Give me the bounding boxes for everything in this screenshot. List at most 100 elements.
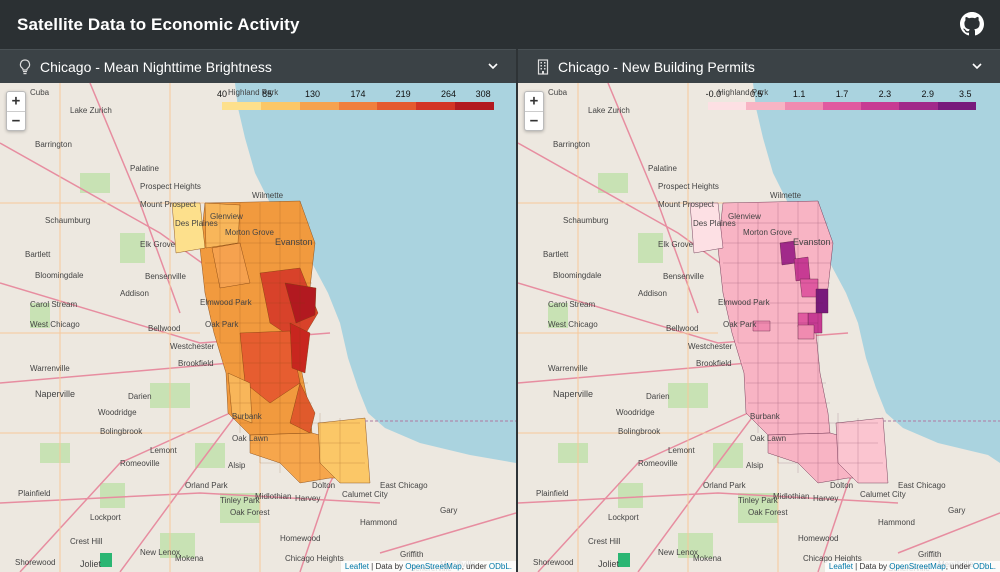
osm-link[interactable]: OpenStreetMap — [405, 562, 461, 571]
svg-text:Brookfield: Brookfield — [696, 359, 732, 368]
legend-label: 40 — [216, 89, 228, 99]
svg-text:Burbank: Burbank — [750, 412, 781, 421]
legend-label: 3.5 — [959, 89, 972, 99]
svg-text:Bloomingdale: Bloomingdale — [553, 271, 602, 280]
svg-text:Oak Forest: Oak Forest — [230, 508, 270, 517]
legend-swatch — [708, 102, 747, 110]
svg-text:Carol Stream: Carol Stream — [548, 300, 595, 309]
svg-text:Wilmette: Wilmette — [770, 191, 802, 200]
chevron-down-icon[interactable] — [486, 59, 500, 73]
svg-text:Plainfield: Plainfield — [18, 489, 50, 498]
svg-text:Hammond: Hammond — [878, 518, 915, 527]
svg-text:Calumet City: Calumet City — [342, 490, 388, 499]
zoom-in-button[interactable]: + — [525, 92, 543, 111]
svg-text:New Lenox: New Lenox — [658, 548, 698, 557]
attribution-text: , under — [945, 562, 973, 571]
odbl-link[interactable]: ODbL. — [973, 562, 996, 571]
legend-swatch — [377, 102, 417, 110]
svg-text:Morton Grove: Morton Grove — [743, 228, 792, 237]
svg-text:Barrington: Barrington — [35, 140, 72, 149]
brightness-legend: 40 85 130 174 219 264 308 — [217, 89, 495, 115]
github-icon[interactable] — [960, 12, 984, 36]
svg-text:Harvey: Harvey — [813, 494, 838, 503]
svg-text:Naperville: Naperville — [553, 389, 593, 399]
legend-swatch — [937, 102, 976, 110]
legend-label: 308 — [475, 89, 491, 99]
leaflet-link[interactable]: Leaflet — [345, 562, 369, 571]
svg-text:Westchester: Westchester — [170, 342, 215, 351]
legend-labels: -0.0 0.5 1.1 1.7 2.3 2.9 3.5 — [706, 89, 976, 102]
legend-label: 219 — [395, 89, 411, 99]
svg-text:Midlothian: Midlothian — [255, 492, 291, 501]
legend-swatch — [260, 102, 300, 110]
legend-swatch — [899, 102, 938, 110]
svg-text:West Chicago: West Chicago — [548, 320, 598, 329]
svg-text:Crest Hill: Crest Hill — [588, 537, 621, 546]
svg-text:Cuba: Cuba — [548, 88, 568, 97]
svg-text:Brookfield: Brookfield — [178, 359, 214, 368]
building-icon — [536, 58, 550, 76]
svg-text:Dolton: Dolton — [830, 481, 853, 490]
svg-text:Lemont: Lemont — [668, 446, 695, 455]
map-attribution: Leaflet | Data by OpenStreetMap, under O… — [340, 561, 516, 572]
svg-text:Des Plaines: Des Plaines — [693, 219, 736, 228]
osm-link[interactable]: OpenStreetMap — [889, 562, 945, 571]
odbl-link[interactable]: ODbL. — [489, 562, 512, 571]
svg-text:Des Plaines: Des Plaines — [175, 219, 218, 228]
svg-text:New Lenox: New Lenox — [140, 548, 180, 557]
svg-text:Woodridge: Woodridge — [98, 408, 137, 417]
svg-text:Darien: Darien — [128, 392, 152, 401]
svg-text:Homewood: Homewood — [798, 534, 838, 543]
svg-text:Mount Prospect: Mount Prospect — [658, 200, 715, 209]
svg-text:Griffith: Griffith — [918, 550, 941, 559]
legend-label: 2.3 — [878, 89, 892, 99]
legend-label: 0.5 — [749, 89, 763, 99]
attribution-text: | Data by — [368, 562, 406, 571]
zoom-control: + − — [524, 91, 544, 131]
map-attribution: Leaflet | Data by OpenStreetMap, under O… — [824, 561, 1000, 572]
svg-text:Oak Forest: Oak Forest — [748, 508, 788, 517]
app-title: Satellite Data to Economic Activity — [17, 14, 300, 34]
svg-text:Schaumburg: Schaumburg — [45, 216, 90, 225]
svg-text:Lake Zurich: Lake Zurich — [70, 106, 112, 115]
map-tiles: Cuba Lake Zurich Barrington Palatine Pro… — [0, 83, 516, 572]
legend-label: 264 — [441, 89, 457, 99]
legend-swatch — [861, 102, 900, 110]
permits-map[interactable]: Cuba Lake Zurich Barrington Palatine Pro… — [518, 83, 1000, 572]
attribution-text: | Data by — [852, 562, 890, 571]
zoom-out-button[interactable]: − — [7, 111, 25, 130]
svg-text:Westchester: Westchester — [688, 342, 733, 351]
legend-swatch — [299, 102, 339, 110]
svg-text:Elk Grove: Elk Grove — [658, 240, 694, 249]
svg-text:Romeoville: Romeoville — [638, 459, 678, 468]
svg-text:Bensenville: Bensenville — [145, 272, 186, 281]
svg-text:Alsip: Alsip — [746, 461, 764, 470]
legend-label: 1.1 — [792, 89, 806, 99]
zoom-in-button[interactable]: + — [7, 92, 25, 111]
svg-text:Morton Grove: Morton Grove — [225, 228, 274, 237]
svg-text:Evanston: Evanston — [275, 237, 313, 247]
svg-text:East Chicago: East Chicago — [380, 481, 428, 490]
svg-text:Gary: Gary — [948, 506, 965, 515]
brightness-panel-header[interactable]: Chicago - Mean Nighttime Brightness — [0, 49, 516, 83]
brightness-map[interactable]: Cuba Lake Zurich Barrington Palatine Pro… — [0, 83, 516, 572]
chevron-down-icon[interactable] — [970, 59, 984, 73]
map-tiles: Cuba Lake Zurich Barrington Palatine Pro… — [518, 83, 1000, 572]
svg-text:Plainfield: Plainfield — [536, 489, 568, 498]
svg-text:Burbank: Burbank — [232, 412, 263, 421]
legend-label: 130 — [305, 89, 321, 99]
svg-text:Gary: Gary — [440, 506, 457, 515]
zoom-control: + − — [6, 91, 26, 131]
svg-text:Naperville: Naperville — [35, 389, 75, 399]
leaflet-link[interactable]: Leaflet — [829, 562, 853, 571]
svg-text:Bellwood: Bellwood — [148, 324, 180, 333]
svg-text:West Chicago: West Chicago — [30, 320, 80, 329]
permits-panel-header[interactable]: Chicago - New Building Permits — [518, 49, 1000, 83]
svg-text:Calumet City: Calumet City — [860, 490, 906, 499]
svg-text:Hammond: Hammond — [360, 518, 397, 527]
svg-text:Joliet: Joliet — [80, 559, 102, 569]
zoom-out-button[interactable]: − — [525, 111, 543, 130]
brightness-panel-title: Chicago - Mean Nighttime Brightness — [40, 58, 272, 75]
svg-text:Bolingbrook: Bolingbrook — [100, 427, 143, 436]
svg-text:Warrenville: Warrenville — [30, 364, 70, 373]
